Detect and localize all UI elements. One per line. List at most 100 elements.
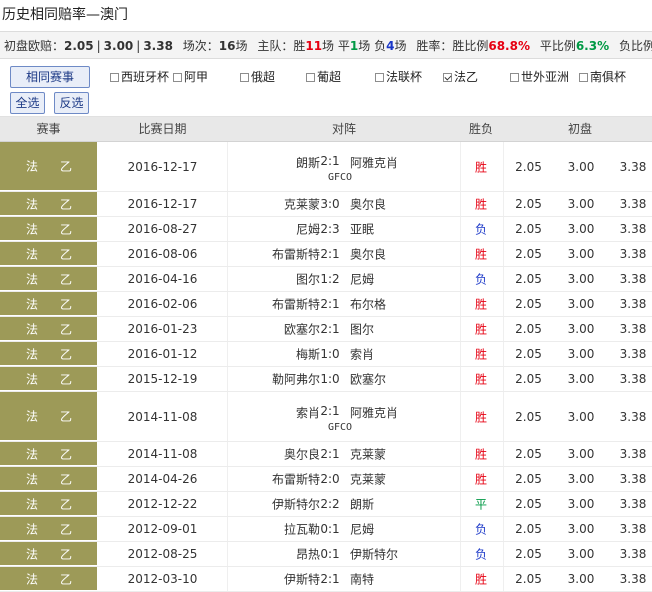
competition-cell[interactable]: 法乙 (0, 542, 97, 566)
match-score[interactable]: 1:0 (315, 347, 345, 361)
away-team[interactable]: 索肖 (350, 346, 374, 363)
odds-draw: 3.00 (567, 547, 595, 561)
odds-draw: 3.00 (567, 159, 595, 174)
home-team[interactable]: 勒阿弗尔 (272, 371, 320, 388)
away-team[interactable]: 奥尔良 (350, 196, 386, 213)
match-score[interactable]: 2:2 (315, 497, 345, 511)
away-team[interactable]: 欧塞尔 (350, 371, 386, 388)
competition-cell[interactable]: 法乙 (0, 192, 97, 216)
match-cell: 布雷斯特 2:0 克莱蒙 (228, 467, 460, 491)
away-team[interactable]: 南特 (350, 571, 374, 588)
match-score[interactable]: 2:1 (315, 404, 345, 418)
odds-draw: 3.00 (567, 572, 595, 586)
match-score[interactable]: 2:1 (315, 447, 345, 461)
match-score[interactable]: 2:1 (315, 154, 345, 168)
match-score[interactable]: 2:0 (315, 472, 345, 486)
competition-char: 法 (26, 409, 39, 424)
competition-cell[interactable]: 法乙 (0, 467, 97, 491)
competition-cell[interactable]: 法乙 (0, 142, 97, 191)
odds-draw: 3.00 (567, 522, 595, 536)
odds-away: 3.38 (619, 297, 647, 311)
same-competition-button[interactable]: 相同赛事 (10, 66, 90, 88)
odds-away: 3.38 (619, 222, 647, 236)
odds-away: 3.38 (619, 409, 647, 424)
match-cell: 欧塞尔 2:1 图尔 (228, 317, 460, 341)
match-date: 2014-04-26 (127, 472, 198, 486)
competition-cell[interactable]: 法乙 (0, 367, 97, 391)
odd-draw: 3.00 (103, 39, 134, 53)
checkbox[interactable] (375, 73, 384, 82)
checkbox[interactable] (110, 73, 119, 82)
match-score[interactable]: 2:3 (315, 222, 345, 236)
competition-char: 法 (26, 497, 39, 511)
competition-char: 乙 (60, 297, 73, 311)
select-all-button[interactable]: 全选 (10, 92, 45, 114)
home-team[interactable]: 布雷斯特 (272, 296, 320, 313)
away-team[interactable]: 奥尔良 (350, 246, 386, 263)
match-result: 胜 (474, 372, 487, 387)
filter-option[interactable]: 法联杯 (375, 69, 422, 85)
filter-option[interactable]: 法乙 (443, 69, 478, 85)
competition-cell[interactable]: 法乙 (0, 442, 97, 466)
checkbox-checked[interactable] (443, 73, 452, 82)
match-score[interactable]: 2:1 (315, 572, 345, 586)
match-date: 2012-03-10 (127, 572, 198, 586)
competition-cell[interactable]: 法乙 (0, 317, 97, 341)
competition-cell[interactable]: 法乙 (0, 217, 97, 241)
match-score[interactable]: 3:0 (315, 197, 345, 211)
match-score[interactable]: 2:1 (315, 322, 345, 336)
away-team[interactable]: 亚眠 (350, 221, 374, 238)
away-team[interactable]: 阿雅克肖 (350, 154, 398, 171)
away-team[interactable]: 尼姆 (350, 271, 374, 288)
home-team[interactable]: 布雷斯特 (272, 246, 320, 263)
home-team[interactable]: 伊斯特尔 (272, 496, 320, 513)
match-score[interactable]: 0:1 (315, 547, 345, 561)
away-team[interactable]: 尼姆 (350, 521, 374, 538)
checkbox[interactable] (579, 73, 588, 82)
competition-char: 乙 (60, 522, 73, 536)
table-row: 法乙 2016-02-06 布雷斯特 2:1 布尔格胜 2.05 3.00 3.38 (0, 292, 652, 317)
odds-home: 2.05 (515, 297, 542, 311)
match-result: 胜 (474, 197, 487, 212)
competition-char: 法 (26, 272, 39, 286)
odds-draw: 3.00 (567, 322, 595, 336)
match-score[interactable]: 2:1 (315, 247, 345, 261)
away-team[interactable]: 伊斯特尔 (350, 546, 398, 563)
match-score[interactable]: 1:2 (315, 272, 345, 286)
home-team[interactable]: 布雷斯特 (272, 471, 320, 488)
competition-cell[interactable]: 法乙 (0, 267, 97, 291)
checkbox[interactable] (510, 73, 519, 82)
competition-cell[interactable]: 法乙 (0, 392, 97, 441)
match-cell: 索肖 2:1 阿雅克肖 GFCO (228, 392, 460, 441)
competition-cell[interactable]: 法乙 (0, 292, 97, 316)
competition-cell[interactable]: 法乙 (0, 567, 97, 591)
competition-cell[interactable]: 法乙 (0, 517, 97, 541)
match-score[interactable]: 2:1 (315, 297, 345, 311)
competition-char: 乙 (60, 447, 73, 461)
filter-option[interactable]: 南俱杯 (579, 69, 626, 85)
table-row: 法乙 2012-09-01 拉瓦勒 0:1 尼姆负 2.05 3.00 3.38 (0, 517, 652, 542)
odds-home: 2.05 (515, 247, 542, 261)
away-team[interactable]: 图尔 (350, 321, 374, 338)
away-team[interactable]: 克莱蒙 (350, 471, 386, 488)
filter-option[interactable]: 西班牙杯 (110, 69, 169, 85)
filter-option[interactable]: 阿甲 (173, 69, 208, 85)
filter-option[interactable]: 俄超 (240, 69, 275, 85)
match-score[interactable]: 1:0 (315, 372, 345, 386)
checkbox[interactable] (306, 73, 315, 82)
competition-cell[interactable]: 法乙 (0, 242, 97, 266)
checkbox[interactable] (173, 73, 182, 82)
away-team[interactable]: 布尔格 (350, 296, 386, 313)
competition-cell[interactable]: 法乙 (0, 492, 97, 516)
away-team[interactable]: 克莱蒙 (350, 446, 386, 463)
invert-selection-button[interactable]: 反选 (54, 92, 89, 114)
odds-away: 3.38 (619, 247, 647, 261)
checkbox[interactable] (240, 73, 249, 82)
odd-home: 2.05 (64, 39, 94, 53)
match-score[interactable]: 0:1 (315, 522, 345, 536)
away-team[interactable]: 阿雅克肖 (350, 404, 398, 421)
filter-option[interactable]: 世外亚洲 (510, 69, 569, 85)
away-team[interactable]: 朗斯 (350, 496, 374, 513)
filter-option[interactable]: 葡超 (306, 69, 341, 85)
competition-cell[interactable]: 法乙 (0, 342, 97, 366)
